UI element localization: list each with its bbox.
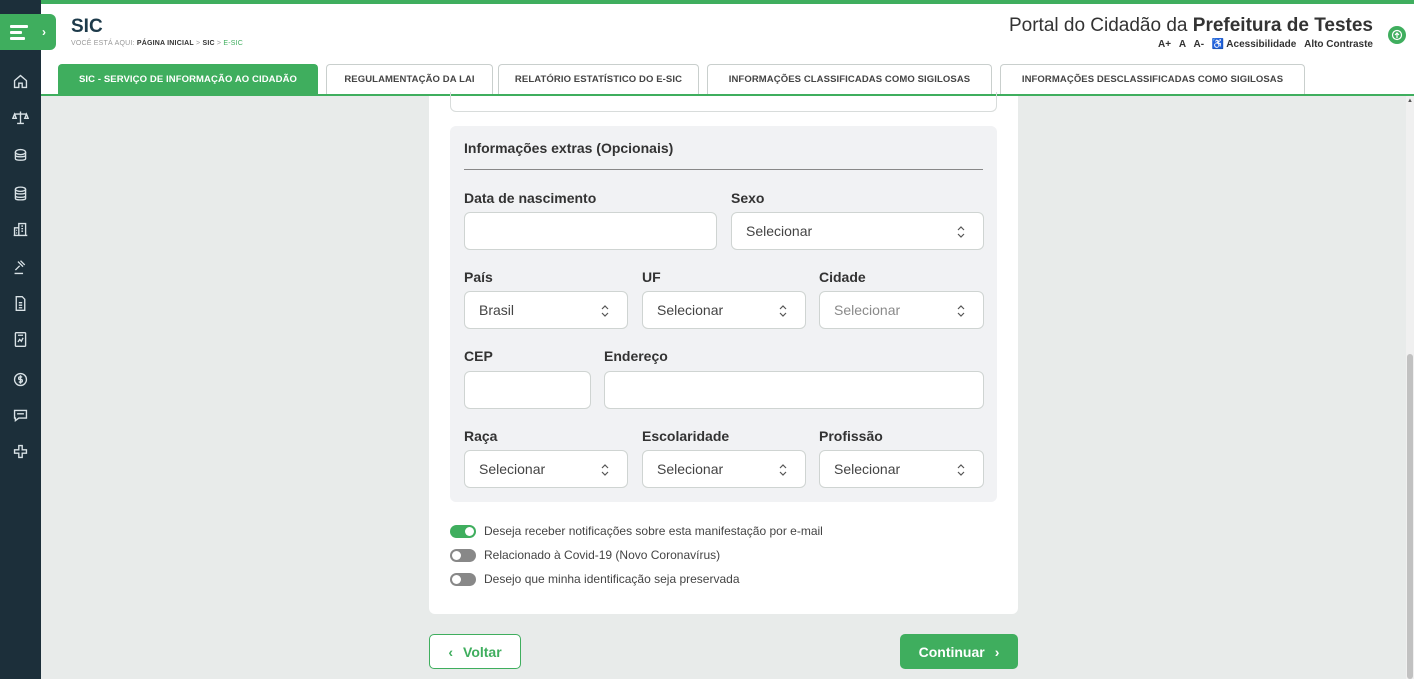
coins-stack-icon[interactable] — [9, 182, 31, 204]
report-icon[interactable] — [9, 328, 31, 350]
accessibility-bar: A+ A A- ♿ Acessibilidade Alto Contraste — [1153, 39, 1373, 50]
font-increase-button[interactable]: A+ — [1158, 39, 1171, 50]
gavel-icon[interactable] — [9, 256, 31, 278]
sex-select[interactable]: Selecionar — [731, 212, 984, 250]
scale-icon[interactable] — [9, 106, 31, 128]
portal-title: Portal do Cidadão da Prefeitura de Teste… — [1009, 15, 1373, 37]
uf-select[interactable]: Selecionar — [642, 291, 806, 329]
tab-regulamentacao[interactable]: REGULAMENTAÇÃO DA LAI — [326, 64, 493, 94]
breadcrumb-home[interactable]: PÁGINA INICIAL — [137, 40, 194, 47]
font-decrease-button[interactable]: A- — [1193, 39, 1204, 50]
city-label: Cidade — [819, 269, 866, 285]
profession-select-value: Selecionar — [834, 461, 901, 477]
select-arrows-icon — [957, 226, 965, 238]
toggle-label: Desejo que minha identificação seja pres… — [484, 572, 740, 586]
country-select-value: Brasil — [479, 302, 515, 318]
previous-field[interactable] — [450, 92, 997, 112]
toggle-label: Deseja receber notificações sobre esta m… — [484, 524, 823, 538]
toggle-email-notifications[interactable]: Deseja receber notificações sobre esta m… — [450, 524, 823, 538]
divider — [464, 169, 983, 170]
extras-title: Informações extras (Opcionais) — [464, 140, 674, 156]
form-card: Informações extras (Opcionais) Data de n… — [429, 92, 1018, 614]
race-label: Raça — [464, 428, 498, 444]
uf-label: UF — [642, 269, 661, 285]
tab-sic[interactable]: SIC - SERVIÇO DE INFORMAÇÃO AO CIDADÃO — [58, 64, 318, 94]
breadcrumb-current: E-SIC — [223, 40, 244, 47]
font-normal-button[interactable]: A — [1179, 39, 1186, 50]
breadcrumb-separator: > — [216, 40, 222, 47]
building-icon[interactable] — [9, 218, 31, 240]
health-cross-icon[interactable] — [9, 440, 31, 462]
document-icon[interactable] — [9, 292, 31, 314]
menu-toggle-button[interactable]: › — [0, 14, 56, 50]
profession-select[interactable]: Selecionar — [819, 450, 984, 488]
accessibility-icon: ♿ — [1211, 39, 1225, 50]
education-label: Escolaridade — [642, 428, 730, 444]
continue-button[interactable]: Continuar › — [900, 634, 1018, 669]
profession-label: Profissão — [819, 428, 883, 444]
sidebar — [0, 0, 41, 679]
birth-date-input[interactable] — [464, 212, 717, 250]
toggle-preserve-identity[interactable]: Desejo que minha identificação seja pres… — [450, 572, 740, 586]
portal-name: Prefeitura de Testes — [1192, 15, 1373, 36]
tab-classificadas[interactable]: INFORMAÇÕES CLASSIFICADAS COMO SIGILOSAS — [707, 64, 992, 94]
uf-select-value: Selecionar — [657, 302, 724, 318]
select-arrows-icon — [957, 305, 965, 317]
chevron-right-icon: › — [42, 25, 46, 39]
coins-icon[interactable] — [9, 144, 31, 166]
scroll-up-icon[interactable]: ▲ — [1406, 98, 1414, 104]
breadcrumb-sic[interactable]: SIC — [202, 40, 214, 47]
scrollbar-thumb[interactable] — [1407, 354, 1413, 679]
extras-section: Informações extras (Opcionais) Data de n… — [450, 126, 997, 502]
toggle-label: Relacionado à Covid-19 (Novo Coronavírus… — [484, 548, 721, 562]
toggle-covid[interactable]: Relacionado à Covid-19 (Novo Coronavírus… — [450, 548, 720, 562]
breadcrumb-prefix: VOCÊ ESTÁ AQUI: — [71, 40, 135, 47]
breadcrumb-separator: > — [196, 40, 201, 47]
high-contrast-button[interactable]: Alto Contraste — [1304, 39, 1373, 50]
sex-select-value: Selecionar — [746, 223, 813, 239]
city-select-value: Selecionar — [834, 302, 901, 318]
back-button[interactable]: ‹ Voltar — [429, 634, 521, 669]
cep-label: CEP — [464, 348, 493, 364]
page-scrollbar[interactable]: ▲ — [1406, 96, 1414, 679]
select-arrows-icon — [601, 464, 609, 476]
continue-button-label: Continuar — [918, 643, 985, 660]
select-arrows-icon — [601, 305, 609, 317]
hamburger-icon — [10, 24, 28, 40]
country-label: País — [464, 269, 493, 285]
page-header: SIC VOCÊ ESTÁ AQUI: PÁGINA INICIAL > SIC… — [41, 4, 1414, 64]
address-input[interactable] — [604, 371, 984, 409]
home-icon[interactable] — [9, 70, 31, 92]
portal-prefix: Portal do Cidadão da — [1008, 15, 1188, 36]
select-arrows-icon — [779, 464, 787, 476]
toggle-switch[interactable] — [450, 524, 476, 538]
money-icon[interactable] — [9, 368, 31, 390]
accessibility-link[interactable]: Acessibilidade — [1226, 39, 1296, 50]
chevron-left-icon: ‹ — [448, 643, 454, 660]
portal-menu-icon[interactable] — [1388, 26, 1406, 44]
tab-relatorio[interactable]: RELATÓRIO ESTATÍSTICO DO E-SIC — [498, 64, 699, 94]
race-select[interactable]: Selecionar — [464, 450, 628, 488]
city-select[interactable]: Selecionar — [819, 291, 984, 329]
education-select-value: Selecionar — [657, 461, 724, 477]
address-label: Endereço — [604, 348, 668, 364]
tab-desclassificadas[interactable]: INFORMAÇÕES DESCLASSIFICADAS COMO SIGILO… — [1000, 64, 1305, 94]
chat-icon[interactable] — [9, 404, 31, 426]
toggle-switch[interactable] — [450, 572, 476, 586]
sex-label: Sexo — [731, 190, 765, 206]
toggle-switch[interactable] — [450, 548, 476, 562]
cep-input[interactable] — [464, 371, 591, 409]
country-select[interactable]: Brasil — [464, 291, 628, 329]
chevron-right-icon: › — [994, 643, 1000, 660]
select-arrows-icon — [779, 305, 787, 317]
race-select-value: Selecionar — [479, 461, 546, 477]
birth-date-label: Data de nascimento — [464, 190, 597, 206]
breadcrumb: VOCÊ ESTÁ AQUI: PÁGINA INICIAL > SIC > E… — [71, 40, 243, 47]
education-select[interactable]: Selecionar — [642, 450, 806, 488]
back-button-label: Voltar — [463, 643, 502, 660]
page-title: SIC — [71, 16, 103, 37]
select-arrows-icon — [957, 464, 965, 476]
